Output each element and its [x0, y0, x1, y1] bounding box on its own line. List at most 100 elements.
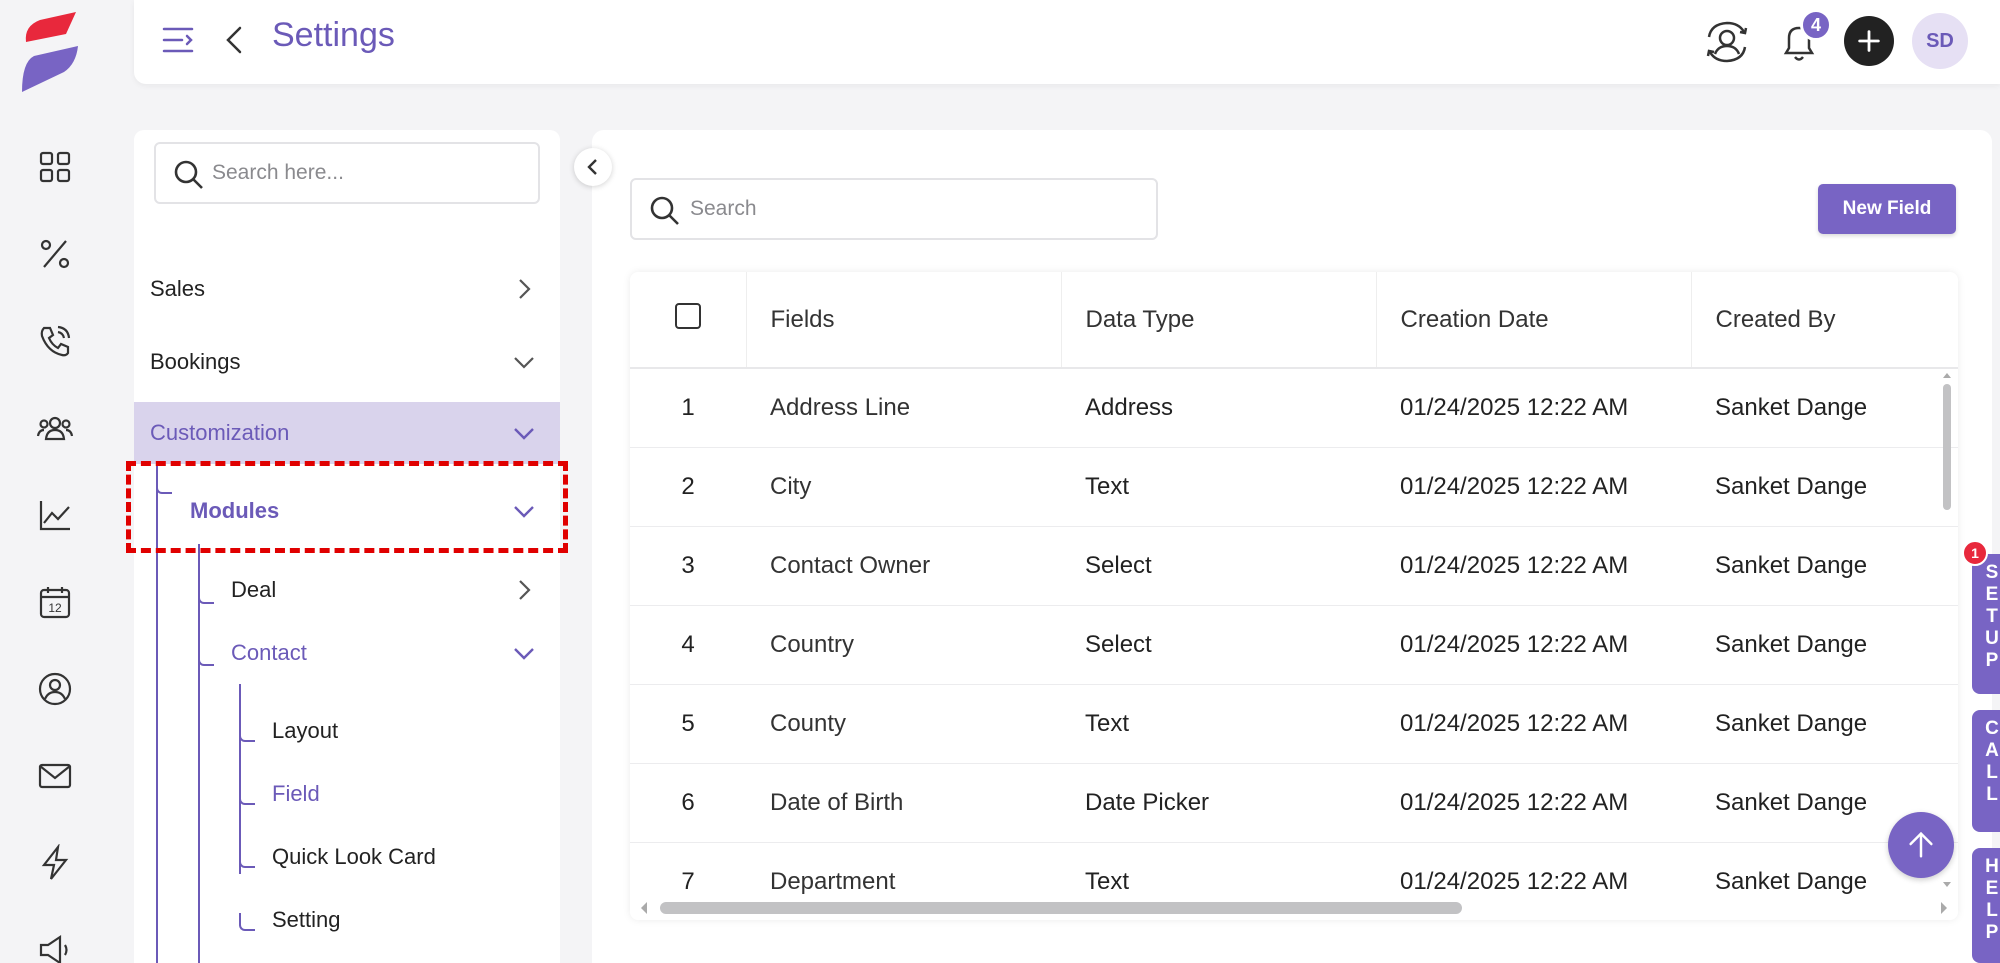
data-type: Text — [1061, 447, 1376, 527]
tab-letter: U — [1985, 628, 1999, 649]
contacts-icon[interactable] — [30, 403, 80, 453]
table-header-row: Fields Data Type Creation Date Created B… — [630, 272, 1958, 369]
column-header-creation-date[interactable]: Creation Date — [1375, 272, 1691, 369]
scroll-left-arrow-icon[interactable] — [638, 898, 650, 918]
nav-item-sales[interactable]: Sales — [134, 258, 560, 320]
scroll-right-arrow-icon[interactable] — [1938, 898, 1950, 918]
nav-search-field[interactable] — [154, 142, 540, 204]
notification-count-badge: 4 — [1800, 9, 1832, 41]
select-all-checkbox[interactable] — [674, 303, 701, 329]
add-button[interactable] — [1844, 16, 1894, 66]
creation-date: 01/24/2025 12:22 AM — [1376, 684, 1691, 764]
help-side-tab[interactable]: H E L P — [1972, 848, 2000, 963]
nav-item-customization[interactable]: Customization — [134, 402, 560, 464]
calendar-icon[interactable]: 12 — [30, 577, 80, 627]
creation-date: 01/24/2025 12:22 AM — [1376, 368, 1691, 448]
horizontal-scroll-thumb[interactable] — [660, 902, 1462, 914]
table-row[interactable]: 1 Address Line Address 01/24/2025 12:22 … — [630, 368, 1958, 448]
field-name[interactable]: Address Line — [746, 368, 1061, 448]
table-row[interactable]: 4 Country Select 01/24/2025 12:22 AM San… — [630, 605, 1958, 685]
chevron-right-icon — [519, 279, 531, 299]
field-name[interactable]: Country — [746, 605, 1061, 685]
nav-item-label: Sales — [150, 276, 206, 301]
nav-item-bookings[interactable]: Bookings — [134, 331, 560, 393]
tab-letter: P — [1985, 650, 1999, 671]
field-name[interactable]: Date of Birth — [746, 763, 1061, 843]
nav-item-quick-look-card[interactable]: Quick Look Card — [134, 826, 560, 888]
fields-content-card: New Field Fields Data Type Creation Date… — [592, 130, 1992, 963]
fields-search-field[interactable] — [630, 178, 1158, 240]
collapse-panel-button[interactable] — [574, 148, 612, 186]
modules-highlight-box — [126, 461, 568, 553]
creation-date: 01/24/2025 12:22 AM — [1376, 447, 1691, 527]
table-row[interactable]: 3 Contact Owner Select 01/24/2025 12:22 … — [630, 526, 1958, 606]
notification-bell-icon[interactable]: 4 — [1772, 9, 1832, 69]
nav-item-field[interactable]: Field — [134, 763, 560, 825]
fields-table: Fields Data Type Creation Date Created B… — [630, 272, 1958, 920]
scroll-down-arrow-icon[interactable] — [1940, 880, 1954, 890]
page-title: Settings — [272, 16, 395, 54]
back-arrow-icon[interactable] — [218, 20, 254, 60]
nav-item-label: Contact — [231, 640, 307, 665]
row-number: 4 — [630, 605, 746, 685]
vertical-scroll-thumb[interactable] — [1943, 384, 1951, 510]
arrow-up-icon — [1909, 831, 1933, 858]
app-logo[interactable] — [18, 12, 84, 92]
tab-letter: T — [1986, 606, 1998, 627]
horizontal-scrollbar[interactable] — [634, 896, 1954, 916]
call-side-tab[interactable]: C A L L — [1972, 710, 2000, 832]
column-header-created-by[interactable]: Created By — [1690, 272, 1958, 369]
field-name[interactable]: City — [746, 447, 1061, 527]
scroll-up-arrow-icon[interactable] — [1940, 370, 1954, 380]
field-name[interactable]: County — [746, 684, 1061, 764]
tab-letter: P — [1985, 922, 1999, 943]
nav-item-layout[interactable]: Layout — [134, 700, 560, 762]
vertical-scrollbar[interactable] — [1940, 370, 1954, 890]
row-number: 2 — [630, 447, 746, 527]
table-row[interactable]: 5 County Text 01/24/2025 12:22 AM Sanket… — [630, 684, 1958, 764]
top-bar: Settings 4 SD — [134, 0, 2000, 84]
column-header-data-type[interactable]: Data Type — [1060, 272, 1376, 369]
chart-icon[interactable] — [30, 490, 80, 540]
table-row[interactable]: 6 Date of Birth Date Picker 01/24/2025 1… — [630, 763, 1958, 843]
created-by: Sanket Dange — [1691, 605, 1958, 685]
tab-letter: E — [1985, 584, 1999, 605]
data-type: Date Picker — [1061, 763, 1376, 843]
nav-item-deal[interactable]: Deal — [134, 559, 560, 621]
lightning-icon[interactable] — [30, 838, 80, 888]
new-field-button[interactable]: New Field — [1818, 184, 1956, 234]
created-by: Sanket Dange — [1691, 447, 1958, 527]
phone-icon[interactable] — [30, 316, 80, 366]
nav-item-contact[interactable]: Contact — [134, 622, 560, 684]
megaphone-icon[interactable] — [30, 925, 80, 963]
data-type: Select — [1061, 526, 1376, 606]
fields-search-input[interactable] — [690, 197, 1156, 221]
scroll-to-top-button[interactable] — [1888, 812, 1954, 878]
menu-toggle-icon[interactable] — [158, 20, 198, 60]
setup-side-tab[interactable]: S E T U P — [1972, 554, 2000, 694]
percent-icon[interactable] — [30, 229, 80, 279]
row-number: 6 — [630, 763, 746, 843]
tab-letter: L — [1986, 762, 1998, 783]
nav-item-label: Customization — [150, 420, 290, 445]
tab-letter: L — [1986, 784, 1998, 805]
user-circle-icon[interactable] — [30, 664, 80, 714]
row-number: 5 — [630, 684, 746, 764]
chevron-down-icon — [514, 648, 534, 660]
select-all-cell — [630, 272, 746, 369]
nav-search-input[interactable] — [212, 161, 538, 185]
tab-letter: C — [1985, 718, 1999, 739]
data-type: Address — [1061, 368, 1376, 448]
dashboard-icon[interactable] — [30, 142, 80, 192]
field-name[interactable]: Contact Owner — [746, 526, 1061, 606]
column-header-fields[interactable]: Fields — [745, 272, 1061, 369]
nav-item-setting[interactable]: Setting — [134, 889, 560, 951]
user-sync-icon[interactable] — [1700, 15, 1754, 69]
nav-item-label: Deal — [231, 577, 277, 602]
avatar[interactable]: SD — [1912, 13, 1968, 69]
nav-item-label: Layout — [272, 718, 339, 743]
table-row[interactable]: 2 City Text 01/24/2025 12:22 AM Sanket D… — [630, 447, 1958, 527]
plus-icon — [1858, 30, 1880, 52]
mail-icon[interactable] — [30, 751, 80, 801]
nav-item-label: Setting — [272, 907, 341, 932]
